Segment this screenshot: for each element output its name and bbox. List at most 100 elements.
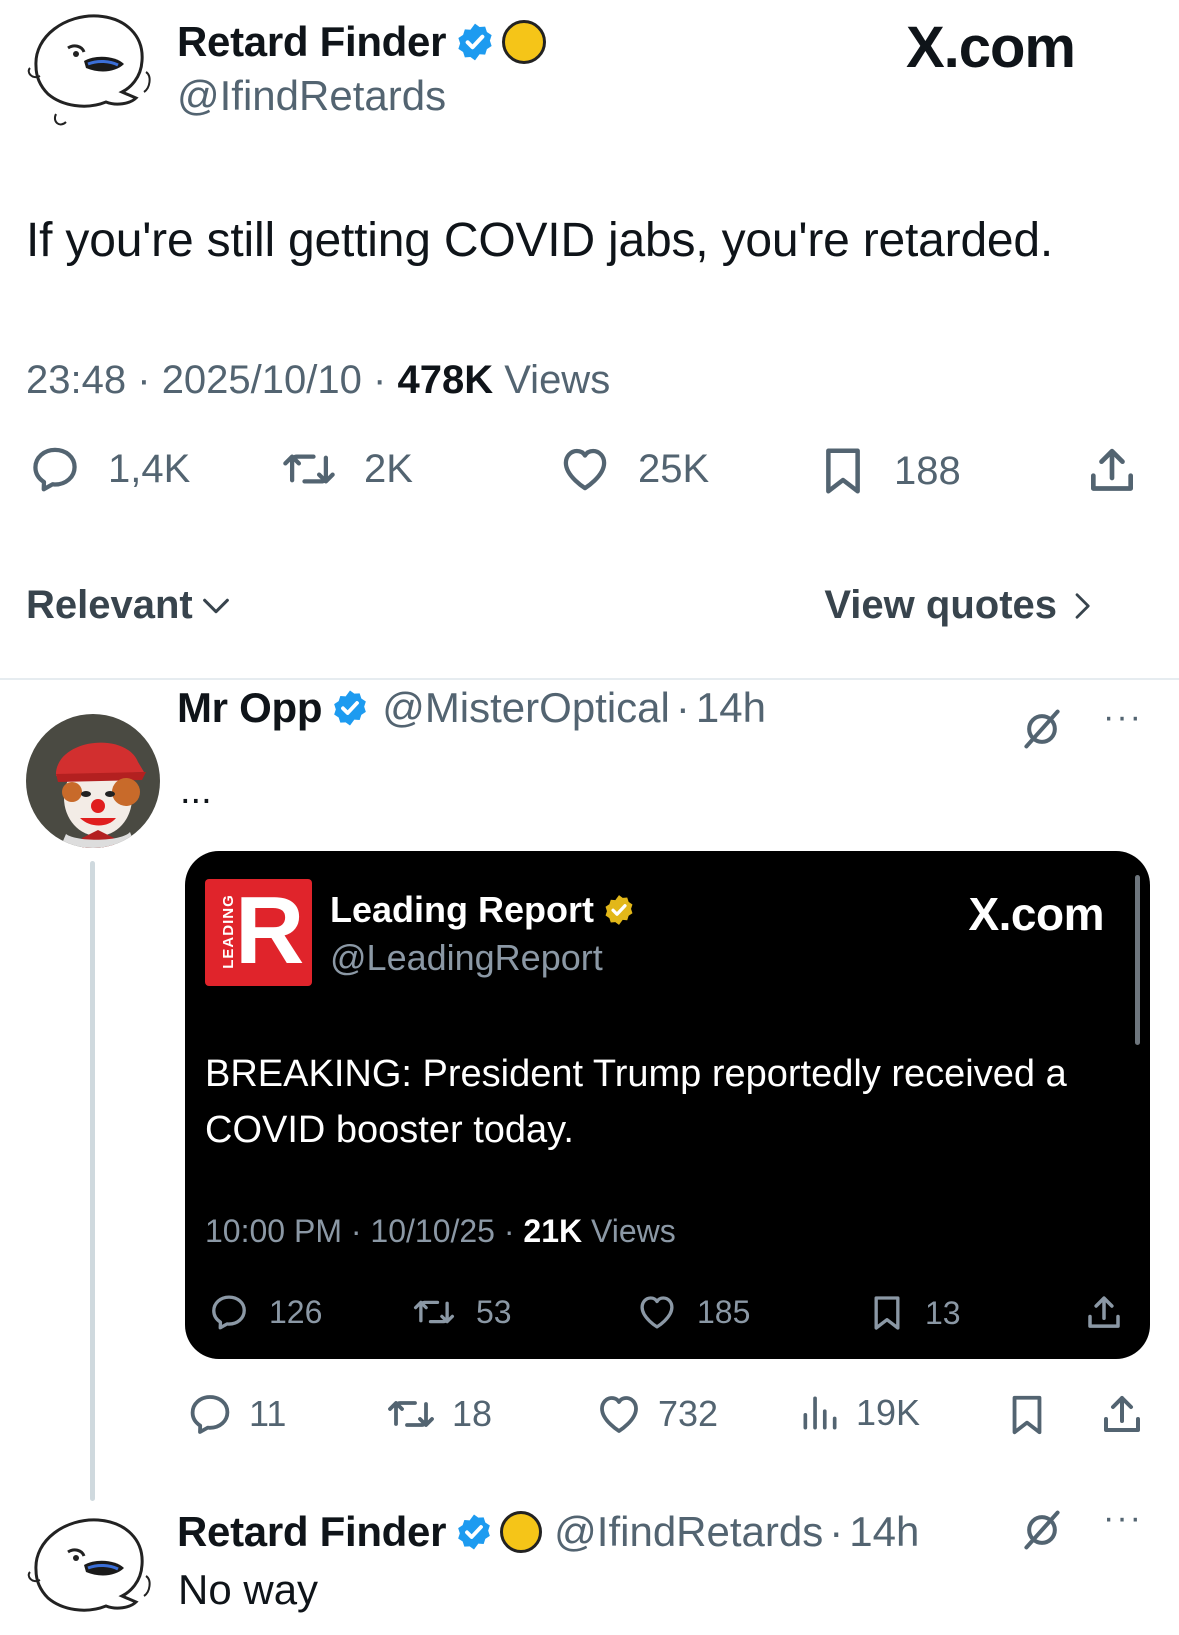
share-icon (1083, 1291, 1125, 1335)
moon-emoji-icon (502, 20, 547, 64)
sketch-face-icon (27, 14, 151, 126)
like-button[interactable]: 25K (556, 442, 709, 496)
grok-icon[interactable] (1020, 707, 1064, 751)
embed-repost-count: 53 (476, 1293, 512, 1330)
separator: · (675, 684, 690, 731)
bookmark-button[interactable]: 188 (816, 442, 961, 500)
reply-reply-button[interactable]: 11 (185, 1390, 286, 1438)
second-reply-avatar[interactable] (26, 1510, 160, 1635)
views-icon (798, 1390, 842, 1436)
reply-like-count: 732 (658, 1393, 719, 1434)
verified-badge-icon (330, 688, 370, 728)
thread-line (90, 861, 95, 1501)
separator: · (503, 1213, 515, 1249)
repost-icon (384, 1390, 438, 1438)
like-icon (635, 1291, 679, 1333)
share-button[interactable] (1084, 442, 1164, 500)
repost-button[interactable]: 2K (278, 442, 413, 496)
more-icon[interactable]: ··· (1103, 698, 1143, 737)
embed-bookmark-stat: 13 (867, 1291, 961, 1335)
author-handle[interactable]: @IfindRetards (177, 72, 446, 120)
divider (0, 678, 1179, 680)
bookmark-icon (867, 1291, 907, 1335)
second-reply-age[interactable]: 14h (849, 1508, 919, 1556)
verified-badge-icon (454, 21, 496, 63)
moon-emoji-icon (500, 1511, 543, 1553)
views-label: Views (504, 358, 611, 402)
embed-author-name: Leading Report (330, 889, 595, 930)
reply-button[interactable]: 1,4K (26, 442, 190, 496)
bookmark-icon (816, 442, 870, 500)
sort-dropdown[interactable]: Relevant (26, 583, 233, 628)
embed-meta: 10:00 PM · 10/10/25 · 21K Views (205, 1213, 676, 1250)
reply-icon (185, 1390, 235, 1438)
sort-label: Relevant (26, 583, 193, 627)
reply-views-count: 19K (856, 1392, 921, 1433)
embed-like-stat: 185 (635, 1291, 750, 1333)
embed-reply-count: 126 (269, 1293, 323, 1330)
clown-face-icon (26, 714, 160, 848)
tweet-meta: 23:48 · 2025/10/10 · 478K Views (26, 358, 610, 403)
share-icon (1098, 1390, 1146, 1440)
bookmark-icon (1004, 1390, 1050, 1440)
reply-reply-count: 11 (249, 1393, 287, 1434)
reply-repost-count: 18 (452, 1393, 493, 1434)
separator: · (350, 1213, 362, 1249)
bookmark-count: 188 (894, 448, 961, 493)
repost-count: 2K (364, 446, 413, 491)
separator: · (137, 358, 151, 402)
embed-date: 10/10/25 (370, 1213, 495, 1249)
embed-like-count: 185 (697, 1293, 751, 1330)
like-icon (594, 1390, 644, 1438)
grok-icon[interactable] (1020, 1508, 1064, 1552)
leading-report-logo: LEADING R (205, 879, 312, 986)
view-quotes-label: View quotes (824, 583, 1057, 627)
separator: · (829, 1508, 844, 1555)
chevron-right-icon (1067, 589, 1097, 623)
views-count: 478K (397, 358, 494, 402)
embed-x-watermark: X.com (968, 888, 1104, 940)
reply-bookmark-button[interactable] (1004, 1390, 1064, 1440)
reply-icon (207, 1291, 251, 1333)
more-icon[interactable]: ··· (1103, 1499, 1143, 1538)
like-icon (556, 442, 614, 496)
repost-icon (410, 1291, 458, 1333)
share-icon (1084, 442, 1140, 500)
tweet-time[interactable]: 23:48 (26, 358, 126, 402)
reply-like-button[interactable]: 732 (594, 1390, 718, 1438)
like-count: 25K (638, 446, 710, 491)
reply-share-button[interactable] (1098, 1390, 1160, 1440)
reply-repost-button[interactable]: 18 (384, 1390, 492, 1438)
tweet-date[interactable]: 2025/10/10 (162, 358, 362, 402)
embed-views-count: 21K (523, 1213, 583, 1249)
chevron-down-icon (199, 589, 233, 623)
reply-views-button[interactable]: 19K (798, 1390, 920, 1436)
separator: · (373, 358, 387, 402)
embed-text: BREAKING: President Trump reportedly rec… (205, 1053, 1067, 1151)
reply-text: ... (180, 770, 212, 812)
second-reply-text: No way (178, 1566, 319, 1613)
reply-age[interactable]: 14h (696, 684, 766, 732)
view-quotes-link[interactable]: View quotes (824, 583, 1097, 628)
sketch-face-icon (27, 1518, 151, 1612)
reply-icon (26, 442, 84, 496)
second-reply-author-name[interactable]: Retard Finder (177, 1508, 446, 1556)
second-reply-author-handle[interactable]: @IfindRetards (554, 1508, 823, 1556)
author-name[interactable]: Retard Finder (177, 18, 446, 66)
embed-time: 10:00 PM (205, 1213, 342, 1249)
verified-badge-icon (602, 893, 636, 927)
tweet-text: If you're still getting COVID jabs, you'… (26, 214, 1054, 267)
embed-reply-stat: 126 (207, 1291, 322, 1333)
repost-icon (278, 442, 340, 496)
logo-letter: R (235, 877, 305, 984)
reply-avatar[interactable] (26, 714, 160, 848)
embed-repost-stat: 53 (410, 1291, 512, 1333)
reply-count: 1,4K (108, 446, 191, 491)
author-avatar[interactable] (26, 6, 160, 136)
embed-views-label: Views (591, 1213, 676, 1249)
embedded-image[interactable]: LEADING R Leading Report @LeadingReport … (185, 851, 1150, 1359)
reply-author-name[interactable]: Mr Opp (177, 684, 322, 732)
verified-badge-icon (454, 1512, 494, 1552)
reply-author-handle[interactable]: @MisterOptical (382, 684, 670, 732)
x-watermark: X.com (905, 15, 1076, 80)
